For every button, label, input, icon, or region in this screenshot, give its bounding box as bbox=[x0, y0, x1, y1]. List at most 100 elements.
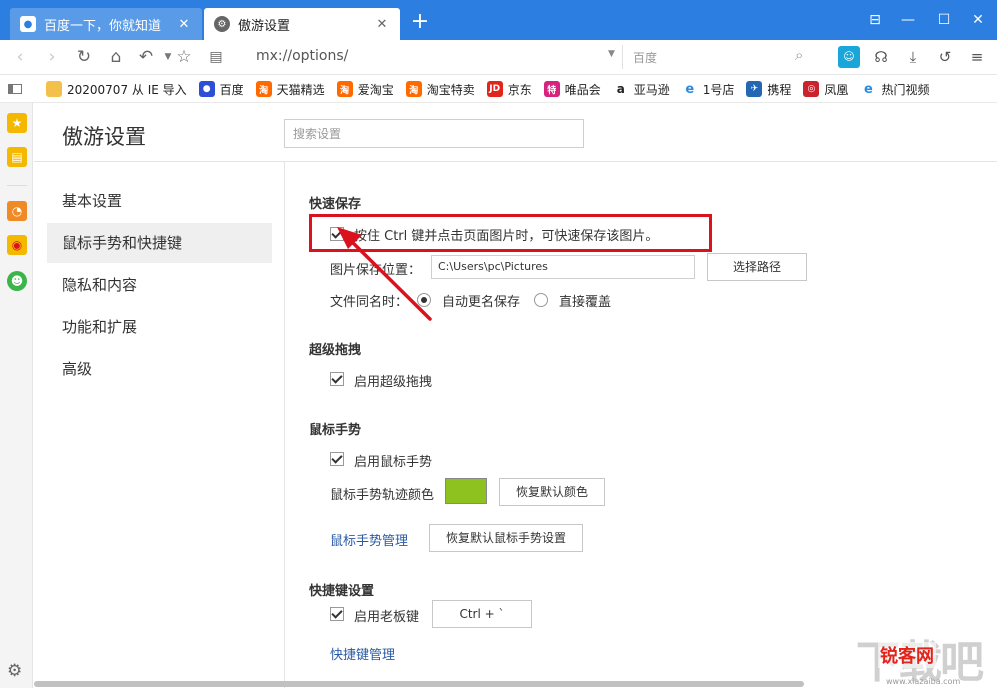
minimize-button[interactable]: — bbox=[893, 8, 923, 32]
address-input[interactable]: mx://options/ ▼ bbox=[246, 45, 620, 69]
search-icon[interactable]: ⌕ bbox=[795, 46, 803, 64]
maximize-button[interactable]: ☐ bbox=[929, 8, 959, 32]
sidebar-toggle-icon[interactable] bbox=[8, 84, 22, 94]
same-name-label: 文件同名时： bbox=[330, 295, 409, 310]
bookmark-item[interactable]: ● 百度 bbox=[198, 81, 244, 98]
nav-item-features[interactable]: 功能和扩展 bbox=[47, 307, 272, 347]
bookmark-item[interactable]: e 1号店 bbox=[681, 81, 734, 98]
rss-icon[interactable]: ◔ bbox=[7, 201, 27, 221]
reload-icon[interactable]: ↻ bbox=[72, 45, 96, 69]
tab-label: 百度一下，你就知道 bbox=[44, 18, 162, 34]
weibo-icon[interactable]: ◉ bbox=[7, 235, 27, 255]
nav-item-privacy[interactable]: 隐私和内容 bbox=[47, 265, 272, 305]
panel-icon[interactable]: ⊟ bbox=[860, 8, 890, 32]
tab-baidu[interactable]: ● 百度一下，你就知道 ✕ bbox=[10, 8, 202, 40]
download-icon[interactable]: ⤓ bbox=[902, 46, 924, 68]
notes-icon[interactable]: ▤ bbox=[7, 147, 27, 167]
ctrip-icon: ✈ bbox=[746, 81, 763, 97]
bookmark-label: 爱淘宝 bbox=[357, 82, 394, 97]
bookmark-item[interactable]: a 亚马逊 bbox=[612, 81, 670, 98]
section-title-mouse-gesture: 鼠标手势 bbox=[309, 423, 362, 438]
bookmark-item[interactable]: e 热门视频 bbox=[860, 81, 929, 98]
bookmark-item[interactable]: 淘爱淘宝 bbox=[336, 81, 394, 98]
reader-icon[interactable]: ▤ bbox=[204, 45, 228, 69]
bookmark-item[interactable]: 特唯品会 bbox=[543, 81, 601, 98]
smile-icon[interactable]: ☻ bbox=[7, 271, 27, 291]
home-icon[interactable]: ⌂ bbox=[104, 45, 128, 69]
save-location-field[interactable]: C:\Users\pc\Pictures bbox=[431, 255, 695, 279]
restore-gesture-settings-button[interactable]: 恢复默认鼠标手势设置 bbox=[429, 524, 583, 552]
vip-icon: 特 bbox=[543, 81, 560, 97]
settings-page: 傲游设置 基本设置 鼠标手势和快捷键 隐私和内容 功能和扩展 高级 快速保存 按… bbox=[34, 103, 997, 688]
boss-key-checkbox[interactable] bbox=[330, 607, 344, 621]
taobao-icon: 淘 bbox=[336, 81, 353, 97]
undo-icon[interactable]: ↺ bbox=[934, 46, 956, 68]
settings-search-input[interactable] bbox=[284, 119, 584, 148]
chevron-down-icon[interactable]: ▼ bbox=[608, 49, 615, 59]
title-bar: ● 百度一下，你就知道 ✕ ⚙ 傲游设置 ✕ + ⊟ — ☐ ✕ bbox=[0, 0, 997, 40]
tab-label: 傲游设置 bbox=[238, 18, 291, 34]
baidu-paw-icon: ● bbox=[198, 81, 215, 97]
bookmark-item[interactable]: 淘淘宝特卖 bbox=[405, 81, 475, 98]
star-icon[interactable]: ☆ bbox=[172, 45, 196, 69]
nav-item-basic[interactable]: 基本设置 bbox=[47, 181, 272, 221]
nav-item-gestures-shortcuts[interactable]: 鼠标手势和快捷键 bbox=[47, 223, 272, 263]
close-icon[interactable]: ✕ bbox=[176, 17, 192, 32]
new-tab-button[interactable]: + bbox=[408, 10, 432, 34]
url-text: mx://options/ bbox=[256, 48, 349, 64]
nav-item-advanced[interactable]: 高级 bbox=[47, 349, 272, 389]
rename-radio-label: 自动更名保存 bbox=[442, 295, 521, 310]
bookmark-label: 凤凰 bbox=[824, 82, 849, 97]
section-title-quick-save: 快速保存 bbox=[309, 197, 362, 212]
tab-settings[interactable]: ⚙ 傲游设置 ✕ bbox=[204, 8, 400, 40]
bookmark-item[interactable]: 淘天猫精选 bbox=[255, 81, 325, 98]
undo-close-icon[interactable]: ↶ bbox=[134, 45, 158, 69]
boss-key-field[interactable]: Ctrl + ` bbox=[432, 600, 532, 628]
divider bbox=[7, 185, 27, 186]
ie-icon: e bbox=[860, 81, 877, 97]
favorites-star-icon[interactable]: ★ bbox=[7, 113, 27, 133]
close-icon[interactable]: ✕ bbox=[374, 17, 390, 32]
overwrite-radio[interactable] bbox=[534, 293, 548, 307]
watermark-logo: 下载吧 锐客网 www.xiazaiba.com bbox=[856, 626, 994, 688]
ifeng-icon: ◎ bbox=[803, 81, 820, 97]
bookmark-item[interactable]: ✈ 携程 bbox=[746, 81, 791, 98]
choose-path-button[interactable]: 选择路径 bbox=[707, 253, 807, 281]
gear-icon[interactable]: ⚙ bbox=[7, 661, 22, 681]
super-drag-label: 启用超级拖拽 bbox=[354, 375, 433, 390]
taobao-icon: 淘 bbox=[405, 81, 422, 97]
menu-icon[interactable]: ≡ bbox=[966, 46, 988, 68]
bookmark-label: 20200707 从 IE 导入 bbox=[67, 82, 187, 97]
watermark-url: www.xiazaiba.com bbox=[886, 677, 961, 686]
amazon-icon: a bbox=[612, 81, 629, 97]
settings-gear-icon: ⚙ bbox=[214, 16, 230, 32]
trail-color-swatch[interactable] bbox=[445, 478, 487, 504]
side-panel: ★ ▤ ◔ ◉ ☻ ⚙ bbox=[0, 103, 33, 688]
overwrite-radio-label: 直接覆盖 bbox=[559, 295, 612, 310]
mouse-gesture-checkbox[interactable] bbox=[330, 452, 344, 466]
taobao-icon: 淘 bbox=[255, 81, 272, 97]
screenshot-icon[interactable]: ☺ bbox=[838, 46, 860, 68]
bookmark-item[interactable]: 20200707 从 IE 导入 bbox=[46, 81, 187, 98]
shortcut-manage-link[interactable]: 快捷键管理 bbox=[330, 644, 395, 663]
section-title-shortcuts: 快捷键设置 bbox=[309, 584, 375, 599]
bookmark-item[interactable]: ◎ 凤凰 bbox=[803, 81, 848, 98]
search-input[interactable]: 百度 ⌕ bbox=[622, 45, 820, 69]
navigation-bar: ‹ › ↻ ⌂ ↶ ▼ ☆ ▤ mx://options/ ▼ 百度 ⌕ ☺ ☊… bbox=[0, 40, 997, 75]
close-window-button[interactable]: ✕ bbox=[963, 8, 993, 32]
horizontal-scrollbar[interactable] bbox=[34, 681, 804, 687]
super-drag-checkbox[interactable] bbox=[330, 372, 344, 386]
restore-color-button[interactable]: 恢复默认颜色 bbox=[499, 478, 605, 506]
bookmark-item[interactable]: JD 京东 bbox=[486, 81, 532, 98]
rename-radio[interactable] bbox=[417, 293, 431, 307]
gesture-manage-link[interactable]: 鼠标手势管理 bbox=[330, 530, 408, 549]
folder-icon bbox=[46, 81, 62, 97]
boss-key-label: 启用老板键 bbox=[354, 610, 420, 625]
forward-icon[interactable]: › bbox=[40, 45, 64, 69]
bookmark-label: 天猫精选 bbox=[276, 82, 325, 97]
gesture-icon[interactable]: ☊ bbox=[870, 46, 892, 68]
back-icon[interactable]: ‹ bbox=[8, 45, 32, 69]
divider bbox=[284, 162, 285, 688]
bookmark-label: 百度 bbox=[219, 82, 244, 97]
bookmark-label: 京东 bbox=[507, 82, 532, 97]
